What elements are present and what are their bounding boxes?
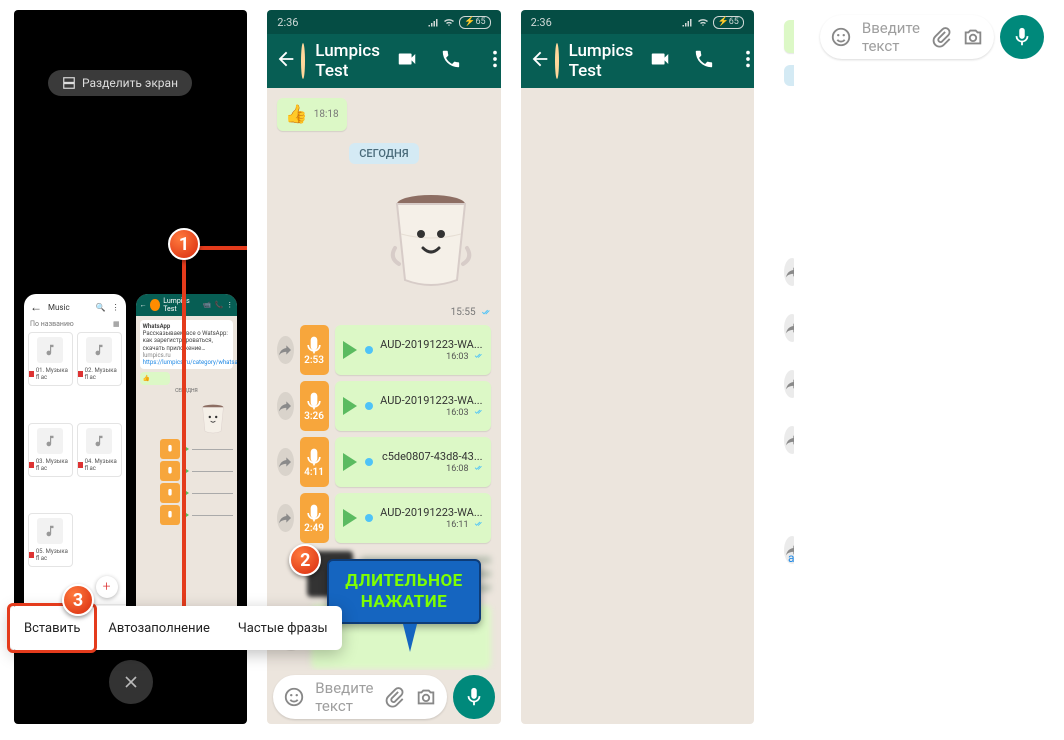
longpress-callout: ДЛИТЕЛЬНОЕНАЖАТИЕ bbox=[327, 559, 480, 624]
voice-call-button[interactable] bbox=[434, 48, 468, 74]
date-chip: СЕГОДНЯ bbox=[349, 143, 418, 164]
wifi-icon bbox=[443, 16, 455, 28]
mini-date: СЕГОДНЯ bbox=[140, 388, 234, 394]
audio-filename: AUD-20191223-WA... bbox=[380, 338, 482, 351]
signal-icon bbox=[427, 16, 439, 28]
sticker-time: 15:55 bbox=[451, 307, 476, 318]
drive-preview: ← Music 🔍⋮ По названию▦ 01. Музыка fl ac… bbox=[24, 294, 126, 634]
video-call-button[interactable] bbox=[643, 48, 677, 74]
play-icon[interactable] bbox=[343, 341, 357, 359]
status-time: 2:36 bbox=[531, 16, 552, 29]
avatar[interactable] bbox=[555, 43, 559, 79]
battery-badge: ⚡65 bbox=[713, 16, 744, 29]
whatsapp-chat-panel3: 2:36 ⚡65 Lumpics Test bbox=[521, 10, 754, 724]
cup-sticker-icon bbox=[193, 397, 233, 437]
message-input[interactable]: Введите текст bbox=[273, 675, 447, 719]
context-menu: Вставить Автозаполнение Частые фразы bbox=[10, 606, 342, 650]
menu-button[interactable] bbox=[731, 48, 754, 74]
msg-time: 18:18 bbox=[314, 109, 339, 120]
input-bar: Введите текст bbox=[814, 10, 1050, 64]
callout-arrow bbox=[403, 624, 417, 652]
statusbar: 2:36 ⚡65 bbox=[521, 10, 754, 34]
close-icon bbox=[121, 672, 141, 692]
video-call-button[interactable] bbox=[390, 48, 424, 74]
read-ticks-icon bbox=[479, 307, 491, 319]
sticker-message[interactable]: 15:55 bbox=[341, 176, 491, 319]
drive-folder: Music bbox=[48, 303, 70, 312]
status-time: 2:36 bbox=[277, 16, 298, 29]
drive-sort: По названию bbox=[30, 320, 74, 328]
mini-preview-text: Рассказываем все о WatsApp: как зарегист… bbox=[143, 330, 228, 351]
forward-button[interactable] bbox=[277, 336, 293, 364]
chat-header: Lumpics Test bbox=[267, 34, 500, 88]
drive-file: 01. Музыка fl ac bbox=[36, 367, 72, 381]
partial-link-text: ance bbox=[788, 551, 794, 565]
emoji-icon[interactable] bbox=[283, 686, 305, 708]
recents-card-whatsapp[interactable]: WhatsApp ← Lumpics Test 📹📞⋮ WhatsApp Рас… bbox=[136, 294, 238, 634]
whatsapp-preview: ← Lumpics Test 📹📞⋮ WhatsApp Рассказываем… bbox=[136, 294, 238, 634]
back-button[interactable] bbox=[275, 48, 297, 74]
drive-file: 03. Музыка fl ac bbox=[36, 458, 72, 472]
drive-file: 02. Музыка fl ac bbox=[85, 367, 121, 381]
split-icon bbox=[62, 76, 76, 90]
split-label: Разделить экран bbox=[82, 76, 178, 90]
forward-button[interactable] bbox=[277, 448, 293, 476]
thumbs-message[interactable]: 👍18:18 bbox=[277, 98, 346, 131]
drive-fab[interactable]: + bbox=[96, 576, 118, 598]
mic-button[interactable] bbox=[453, 675, 494, 719]
recents-close-button[interactable] bbox=[109, 660, 153, 704]
signal-icon bbox=[681, 16, 693, 28]
audio-message[interactable]: 2:49 AUD-20191223-WA...16:11 bbox=[277, 493, 490, 543]
chat-title[interactable]: Lumpics Test bbox=[315, 41, 380, 81]
step-badge-3: 3 bbox=[62, 584, 94, 616]
emoji-icon[interactable] bbox=[830, 26, 852, 48]
attach-icon[interactable] bbox=[930, 26, 952, 48]
mic-button[interactable] bbox=[1000, 15, 1044, 59]
chat-header: Lumpics Test bbox=[521, 34, 754, 88]
camera-icon[interactable] bbox=[962, 26, 984, 48]
forward-button[interactable] bbox=[277, 392, 293, 420]
audio-thumb: 2:53 bbox=[300, 325, 329, 375]
context-menu-phrases[interactable]: Частые фразы bbox=[224, 606, 342, 650]
wifi-icon bbox=[697, 16, 709, 28]
drive-file: 05. Музыка fl ac bbox=[36, 548, 72, 562]
step-badge-1: 1 bbox=[168, 228, 200, 260]
voice-call-button[interactable] bbox=[687, 48, 721, 74]
mini-preview-link: https://lumpics.ru/category/whatsapp/ bbox=[143, 359, 238, 366]
input-placeholder: Введите текст bbox=[862, 19, 920, 55]
context-menu-autofill[interactable]: Автозаполнение bbox=[94, 606, 224, 650]
mini-preview-site: lumpics.ru bbox=[143, 352, 171, 359]
mini-chat-name: Lumpics Test bbox=[163, 297, 200, 313]
menu-button[interactable] bbox=[478, 48, 501, 74]
message-input[interactable]: Введите текст bbox=[820, 15, 994, 59]
avatar[interactable] bbox=[301, 43, 305, 79]
chat-body[interactable]: 👍18:18 СЕГОДНЯ 15:55 2:53AUD-20191223-WA… bbox=[774, 10, 794, 730]
recents-card-drive[interactable]: Диск ← Music 🔍⋮ По названию▦ 01. Музыка … bbox=[24, 294, 126, 634]
battery-badge: ⚡65 bbox=[459, 16, 490, 29]
drive-file: 04. Музыка fl ac bbox=[85, 458, 121, 472]
statusbar: 2:36 ⚡65 bbox=[267, 10, 500, 34]
audio-message[interactable]: 2:53 AUD-20191223-WA...16:03 bbox=[277, 325, 490, 375]
split-screen-pill[interactable]: Разделить экран bbox=[48, 70, 192, 96]
forward-button[interactable] bbox=[784, 314, 794, 342]
forward-button[interactable] bbox=[784, 258, 794, 286]
forward-button[interactable] bbox=[784, 426, 794, 454]
back-button[interactable] bbox=[529, 48, 551, 74]
audio-message[interactable]: 4:11 c5de0807-43d8-43...16:08 bbox=[277, 437, 490, 487]
forward-button[interactable] bbox=[784, 370, 794, 398]
camera-icon[interactable] bbox=[415, 686, 437, 708]
forward-button[interactable] bbox=[277, 504, 293, 532]
audio-message[interactable]: 3:26 AUD-20191223-WA...16:03 bbox=[277, 381, 490, 431]
input-placeholder: Введите текст bbox=[315, 679, 373, 715]
attach-icon[interactable] bbox=[383, 686, 405, 708]
input-bar: Введите текст bbox=[267, 670, 500, 724]
chat-title[interactable]: Lumpics Test bbox=[569, 41, 634, 81]
